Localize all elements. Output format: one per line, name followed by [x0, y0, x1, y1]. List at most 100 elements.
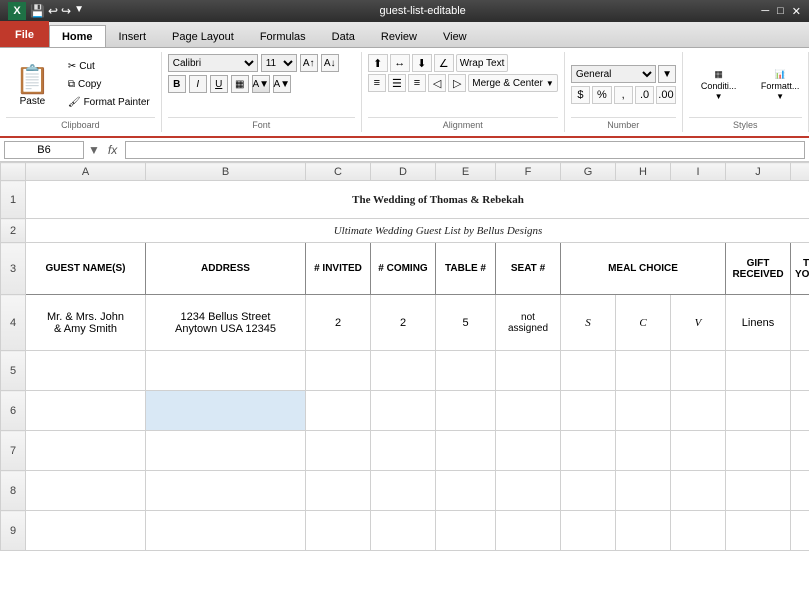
cell-8a[interactable]	[26, 471, 146, 511]
font-color-button[interactable]: A▼	[273, 75, 291, 93]
tab-page-layout[interactable]: Page Layout	[159, 25, 247, 47]
font-shrink-button[interactable]: A↓	[321, 54, 339, 72]
cell-6i[interactable]	[671, 391, 726, 431]
cell-6b[interactable]	[146, 391, 306, 431]
cell-4k[interactable]: Yes	[791, 295, 809, 351]
cell-7e[interactable]	[436, 431, 496, 471]
cell-5j[interactable]	[726, 351, 791, 391]
tab-view[interactable]: View	[430, 25, 480, 47]
customize-icon[interactable]: ▼	[74, 4, 84, 18]
cell-9e[interactable]	[436, 511, 496, 551]
minimize-icon[interactable]: ─	[761, 5, 769, 18]
underline-button[interactable]: U	[210, 75, 228, 93]
cell-4b[interactable]: 1234 Bellus Street Anytown USA 12345	[146, 295, 306, 351]
cell-9g[interactable]	[561, 511, 616, 551]
number-format-select[interactable]: General	[571, 65, 657, 83]
cell-8d[interactable]	[371, 471, 436, 511]
cell-4d[interactable]: 2	[371, 295, 436, 351]
cell-5b[interactable]	[146, 351, 306, 391]
tab-data[interactable]: Data	[319, 25, 368, 47]
cell-4g[interactable]: S	[561, 295, 616, 351]
cell-6c[interactable]	[306, 391, 371, 431]
cell-7a[interactable]	[26, 431, 146, 471]
align-bottom-button[interactable]: ⬇	[412, 54, 432, 72]
bold-button[interactable]: B	[168, 75, 186, 93]
cell-6a[interactable]	[26, 391, 146, 431]
cell-5c[interactable]	[306, 351, 371, 391]
wrap-text-button[interactable]: Wrap Text	[456, 54, 509, 72]
cell-7d[interactable]	[371, 431, 436, 471]
cell-7k[interactable]	[791, 431, 809, 471]
cell-3f[interactable]: SEAT #	[496, 243, 561, 295]
col-header-j[interactable]: J	[726, 163, 791, 181]
align-top-button[interactable]: ⬆	[368, 54, 388, 72]
cell-3d[interactable]: # COMING	[371, 243, 436, 295]
maximize-icon[interactable]: □	[777, 5, 784, 18]
cell-5i[interactable]	[671, 351, 726, 391]
tab-review[interactable]: Review	[368, 25, 430, 47]
col-header-c[interactable]: C	[306, 163, 371, 181]
col-header-h[interactable]: H	[616, 163, 671, 181]
cell-7i[interactable]	[671, 431, 726, 471]
text-angle-button[interactable]: ∠	[434, 54, 454, 72]
cell-4j[interactable]: Linens	[726, 295, 791, 351]
undo-icon[interactable]: ↩	[48, 4, 58, 18]
cell-7f[interactable]	[496, 431, 561, 471]
cell-6h[interactable]	[616, 391, 671, 431]
name-box[interactable]	[4, 141, 84, 159]
cell-8g[interactable]	[561, 471, 616, 511]
cell-3e[interactable]: TABLE #	[436, 243, 496, 295]
border-button[interactable]: ▦	[231, 75, 249, 93]
cell-9i[interactable]	[671, 511, 726, 551]
cell-9j[interactable]	[726, 511, 791, 551]
cell-7b[interactable]	[146, 431, 306, 471]
cell-3k[interactable]: THANK YOU SENT	[791, 243, 809, 295]
cell-7j[interactable]	[726, 431, 791, 471]
align-right-button[interactable]: ≡	[408, 74, 426, 92]
cell-4i[interactable]: V	[671, 295, 726, 351]
close-icon[interactable]: ✕	[792, 5, 801, 18]
cut-button[interactable]: ✂ Cut	[63, 58, 155, 75]
cell-7h[interactable]	[616, 431, 671, 471]
cell-9f[interactable]	[496, 511, 561, 551]
format-painter-button[interactable]: 🖌 Format Painter	[63, 94, 155, 111]
cell-4f[interactable]: not assigned	[496, 295, 561, 351]
cell-5k[interactable]	[791, 351, 809, 391]
currency-button[interactable]: $	[571, 86, 590, 104]
cell-title[interactable]: The Wedding of Thomas & Rebekah	[26, 181, 809, 219]
save-icon[interactable]: 💾	[30, 4, 45, 18]
increase-decimal-button[interactable]: .00	[656, 86, 675, 104]
paste-button[interactable]: 📋 Paste	[6, 60, 59, 110]
col-header-k[interactable]: K	[791, 163, 809, 181]
cell-9b[interactable]	[146, 511, 306, 551]
font-grow-button[interactable]: A↑	[300, 54, 318, 72]
cell-6g[interactable]	[561, 391, 616, 431]
cell-6j[interactable]	[726, 391, 791, 431]
cell-3c[interactable]: # INVITED	[306, 243, 371, 295]
cell-5g[interactable]	[561, 351, 616, 391]
fill-color-button[interactable]: A▼	[252, 75, 270, 93]
decrease-decimal-button[interactable]: .0	[635, 86, 654, 104]
cell-9k[interactable]	[791, 511, 809, 551]
col-header-a[interactable]: A	[26, 163, 146, 181]
merge-center-dropdown-icon[interactable]: ▼	[546, 79, 554, 88]
number-format-dropdown[interactable]: ▼	[658, 65, 675, 83]
cell-4e[interactable]: 5	[436, 295, 496, 351]
col-header-i[interactable]: I	[671, 163, 726, 181]
cell-5a[interactable]	[26, 351, 146, 391]
cell-3a[interactable]: GUEST NAME(S)	[26, 243, 146, 295]
conditional-format-button[interactable]: ▦ Conditi... ▼	[689, 66, 749, 104]
comma-button[interactable]: ,	[614, 86, 633, 104]
merge-center-button[interactable]: Merge & Center ▼	[468, 74, 558, 92]
tab-home[interactable]: Home	[49, 25, 106, 47]
align-left-button[interactable]: ≡	[368, 74, 386, 92]
cell-9a[interactable]	[26, 511, 146, 551]
redo-icon[interactable]: ↪	[61, 4, 71, 18]
col-header-g[interactable]: G	[561, 163, 616, 181]
tab-file[interactable]: File	[0, 21, 49, 47]
tab-formulas[interactable]: Formulas	[247, 25, 319, 47]
formula-input[interactable]	[125, 141, 805, 159]
cell-8b[interactable]	[146, 471, 306, 511]
decrease-indent-button[interactable]: ◁	[428, 74, 446, 92]
align-center-button[interactable]: ☰	[388, 74, 406, 92]
